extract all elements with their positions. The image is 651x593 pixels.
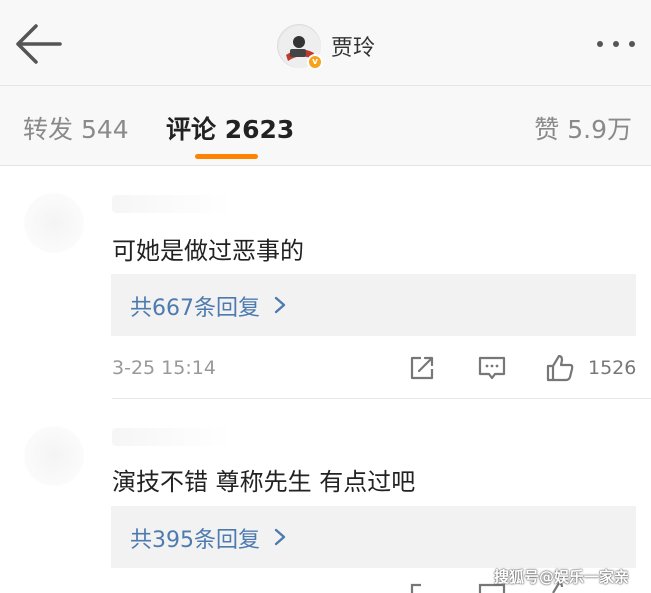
view-replies-button[interactable]: 共667条回复 [111, 274, 636, 336]
repost-icon[interactable] [407, 580, 437, 593]
comment-actions: 3-25 15:14 1526 [0, 345, 651, 389]
user-profile-link[interactable]: v 贾玲 [277, 22, 375, 70]
comment-item: 演技不错 尊称先生 有点过吧 共395条回复 [0, 400, 651, 593]
tab-reposts[interactable]: 转发 544 [23, 110, 129, 146]
verified-badge: v [307, 54, 323, 70]
reply-count-label: 共667条回复 [130, 296, 260, 321]
watermark: 搜狐号@娱乐一家亲 [494, 568, 630, 586]
back-button[interactable] [12, 22, 64, 66]
like-count: 1526 [588, 357, 637, 379]
arrow-left-icon [16, 24, 62, 64]
top-nav-bar: v 贾玲 [0, 0, 651, 86]
comment-divider [112, 398, 651, 399]
repost-icon[interactable] [407, 353, 437, 383]
blurred-avatar[interactable] [24, 426, 84, 486]
blurred-username [112, 428, 232, 446]
comment-text: 演技不错 尊称先生 有点过吧 [112, 468, 416, 496]
chevron-right-icon [274, 528, 286, 546]
blurred-username [112, 195, 232, 213]
comment-item: 可她是做过恶事的 共667条回复 3-25 15:14 1526 [0, 167, 651, 399]
more-dots-icon [597, 41, 635, 47]
thumbs-up-icon[interactable] [545, 353, 575, 383]
comment-timestamp: 3-25 15:14 [112, 357, 216, 379]
active-tab-indicator [195, 154, 258, 159]
reply-count-label: 共395条回复 [130, 528, 260, 553]
blurred-avatar[interactable] [24, 193, 84, 253]
comment-icon[interactable] [477, 353, 507, 383]
chevron-right-icon [274, 296, 286, 314]
username[interactable]: 贾玲 [331, 30, 375, 62]
avatar[interactable]: v [277, 24, 323, 70]
more-button[interactable] [594, 34, 644, 54]
tab-likes[interactable]: 赞 5.9万 [534, 110, 632, 146]
view-replies-button[interactable]: 共395条回复 [111, 506, 636, 568]
comment-text: 可她是做过恶事的 [112, 237, 304, 265]
tab-comments[interactable]: 评论 2623 [166, 110, 294, 146]
tab-bar: 转发 544 评论 2623 赞 5.9万 [0, 86, 651, 166]
